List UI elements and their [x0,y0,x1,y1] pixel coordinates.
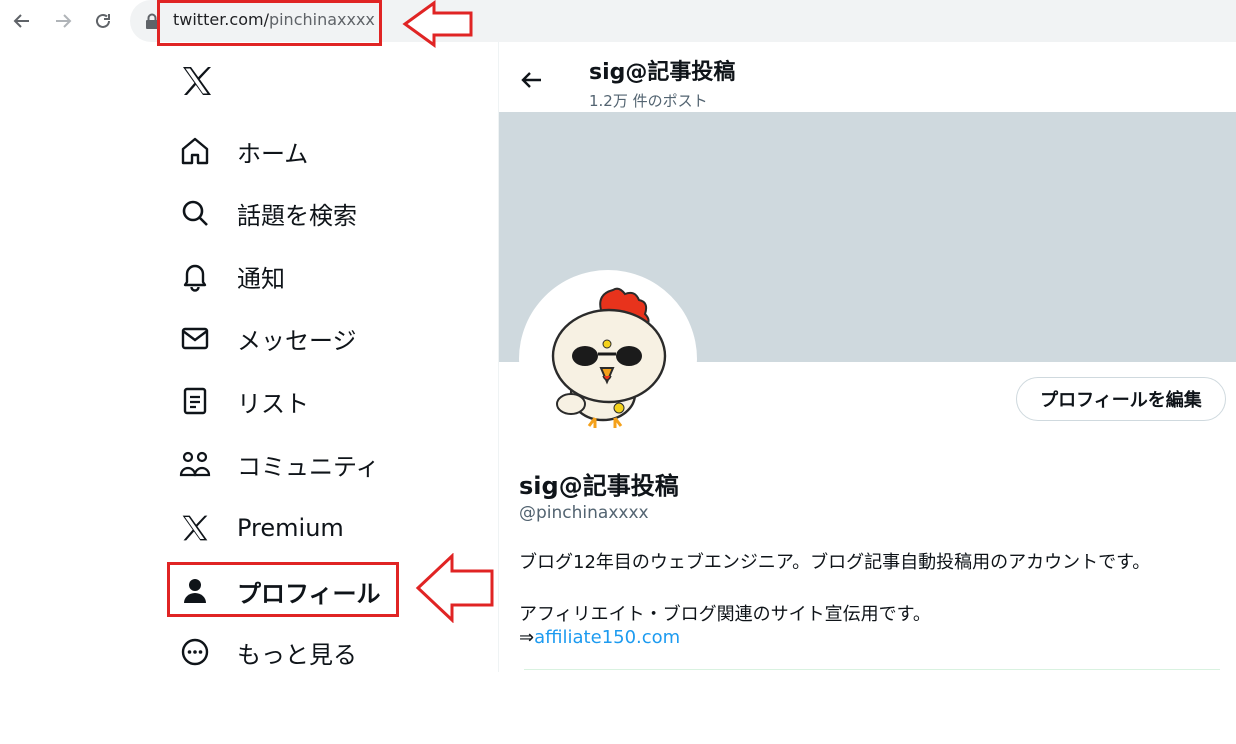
chicken-avatar-image [551,287,667,428]
sidebar-item-label: もっと見る [237,640,357,669]
avatar[interactable] [519,270,697,448]
sidebar-item-messages[interactable]: メッセージ [178,318,357,358]
x-logo-icon[interactable] [180,64,214,98]
section-divider [524,669,1220,670]
reload-icon[interactable] [90,8,116,34]
bio-line-1: ブログ12年目のウェブエンジニア。ブログ記事自動投稿用のアカウントです。 [519,552,1151,573]
url-pointer-arrow [402,0,473,48]
back-icon[interactable] [9,8,35,34]
header-title: sig@記事投稿 [589,60,736,85]
bio-line-2: アフィリエイト・ブログ関連のサイト宣伝用です。 [519,604,931,625]
bio-link[interactable]: affiliate150.com [534,627,680,648]
sidebar-item-label: メッセージ [237,326,357,355]
profile-pointer-arrow [415,553,494,623]
sidebar-item-label: ホーム [237,139,309,168]
people-icon [178,447,212,481]
list-icon [178,384,212,418]
mail-icon [178,321,212,355]
bio-line-3: ⇒affiliate150.com [519,627,680,648]
edit-profile-button[interactable]: プロフィールを編集 [1016,377,1226,421]
x-logo-icon [178,511,212,545]
profile-name: sig@記事投稿 [519,472,679,500]
sidebar-item-label: Premium [237,514,344,542]
url-highlight-box [157,0,382,46]
sidebar-item-notifications[interactable]: 通知 [178,256,285,296]
back-arrow-icon[interactable] [518,66,546,94]
profile-handle: @pinchinaxxxx [519,503,649,523]
sidebar-item-explore[interactable]: 話題を検索 [178,193,357,233]
post-count: 1.2万 件のポスト [589,92,708,110]
sidebar-item-label: 話題を検索 [237,201,357,230]
more-circle-icon [178,635,212,669]
search-icon [178,196,212,230]
bell-icon [178,259,212,293]
bio-arrow: ⇒ [519,627,535,648]
sidebar-item-label: リスト [237,389,309,418]
sidebar-item-label: 通知 [237,264,285,293]
profile-highlight-box [167,562,399,617]
sidebar-item-label: コミュニティ [237,452,380,481]
sidebar-item-more[interactable]: もっと見る [178,632,357,672]
sidebar-item-lists[interactable]: リスト [178,381,309,421]
forward-icon[interactable] [50,8,76,34]
home-icon [178,134,212,168]
sidebar-item-premium[interactable]: Premium [178,508,344,548]
sidebar-item-home[interactable]: ホーム [178,131,308,171]
sidebar-item-communities[interactable]: コミュニティ [178,444,380,484]
